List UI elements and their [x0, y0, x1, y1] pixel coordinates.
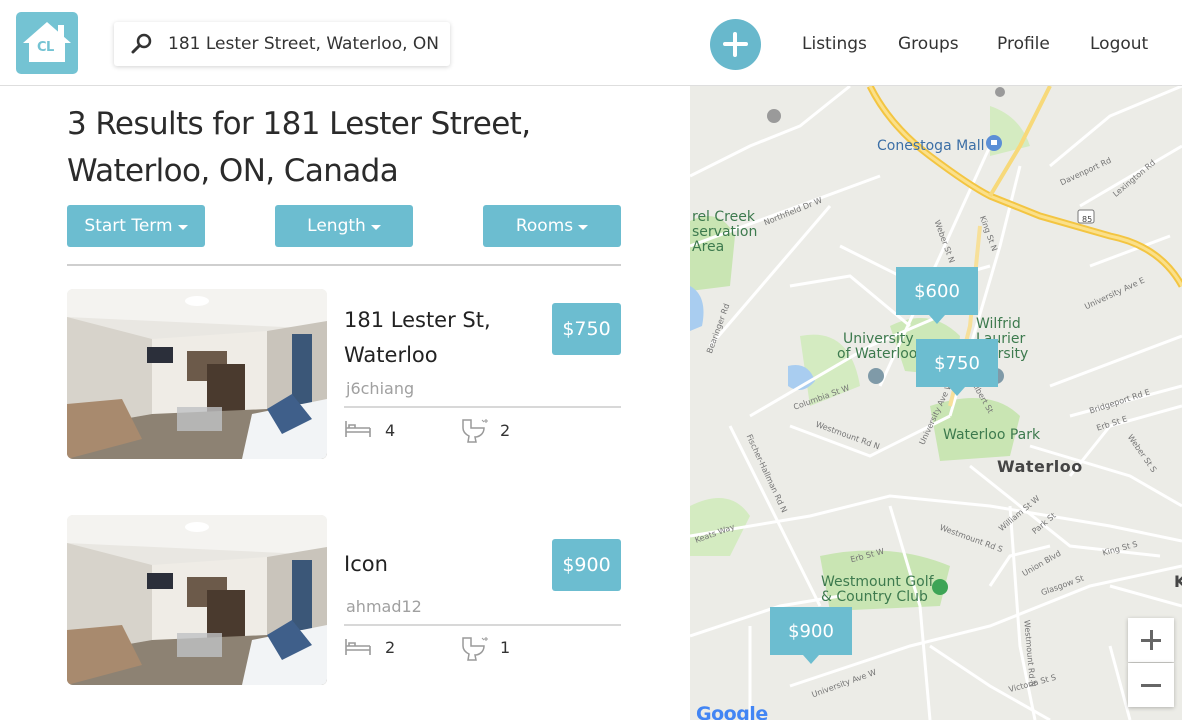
map-price-pin[interactable]: $600: [896, 267, 978, 324]
listing-photo[interactable]: [67, 289, 327, 459]
search-input[interactable]: [168, 31, 438, 57]
nav-profile-link[interactable]: Profile: [997, 34, 1050, 54]
toilet-icon: [462, 637, 488, 661]
bath-count: 2: [500, 421, 511, 440]
results-heading-line2: Waterloo, ON, Canada: [67, 153, 399, 189]
add-listing-button[interactable]: [710, 19, 761, 70]
zoom-out-icon: [1141, 684, 1161, 687]
length-filter-button[interactable]: Length: [275, 205, 413, 247]
listing-divider: [344, 624, 621, 626]
results-heading-line1: 3 Results for 181 Lester Street,: [67, 106, 531, 142]
caret-down-icon: [370, 224, 381, 230]
top-navigation-bar: CL Listings Groups Profile Logout: [0, 0, 1182, 86]
caret-down-icon: [177, 224, 188, 230]
map-label-waterloo-park: Waterloo Park: [943, 427, 1041, 443]
caret-down-icon: [578, 224, 589, 230]
toilet-icon: [462, 419, 488, 443]
map-label-uw-1: University: [843, 331, 914, 347]
google-logo: Google: [696, 703, 768, 720]
map-label-conestoga: Conestoga Mall: [877, 138, 985, 154]
map-label-uw-2: of Waterloo: [837, 346, 918, 362]
listing-price-badge[interactable]: $750: [552, 303, 621, 355]
map-label-wlu-1: Wilfrid: [976, 316, 1021, 332]
results-heading: 3 Results for 181 Lester Street, Waterlo…: [67, 101, 627, 195]
zoom-out-button[interactable]: [1128, 663, 1174, 707]
listing-title-line1: 181 Lester St,: [344, 308, 491, 332]
filter-divider: [67, 264, 621, 266]
listing-title[interactable]: Icon: [344, 547, 544, 582]
map-label-waterloo: Waterloo: [997, 457, 1083, 476]
listing-price-badge[interactable]: $900: [552, 539, 621, 591]
listing-title-line1: Icon: [344, 552, 388, 576]
listing-title-line2: Waterloo: [344, 343, 438, 367]
bed-icon: [345, 639, 371, 655]
listing-divider: [344, 406, 621, 408]
map-label-golf-2: & Country Club: [821, 589, 928, 605]
listing-owner: ahmad12: [346, 597, 422, 616]
search-icon: [131, 33, 152, 54]
nav-logout-link[interactable]: Logout: [1090, 34, 1148, 54]
rooms-filter-label: Rooms: [515, 216, 574, 236]
results-map[interactable]: Conestoga Mall rel Creek servation Area …: [690, 86, 1182, 720]
rooms-filter-button[interactable]: Rooms: [483, 205, 621, 247]
listing-photo[interactable]: [67, 515, 327, 685]
location-search-box[interactable]: [114, 22, 450, 66]
bed-icon: [345, 421, 371, 437]
map-label-edge: K: [1174, 572, 1182, 591]
start-term-filter-label: Start Term: [84, 216, 173, 236]
map-label-laurel-2: servation: [692, 224, 758, 240]
map-label-laurel-3: Area: [692, 239, 725, 255]
bed-count: 4: [385, 421, 396, 440]
bed-count: 2: [385, 638, 396, 657]
listing-title[interactable]: 181 Lester St, Waterloo: [344, 303, 544, 373]
listing-card[interactable]: Icon $900 ahmad12 2 1: [67, 515, 621, 687]
highway-85-label: 85: [1082, 215, 1093, 224]
logo-text: CL: [37, 40, 54, 55]
map-price-pin[interactable]: $900: [770, 607, 852, 664]
map-price-pin[interactable]: $750: [916, 339, 998, 396]
start-term-filter-button[interactable]: Start Term: [67, 205, 205, 247]
bath-count: 1: [500, 638, 511, 657]
length-filter-label: Length: [307, 216, 366, 236]
app-logo[interactable]: CL: [16, 12, 78, 74]
nav-groups-link[interactable]: Groups: [898, 34, 959, 54]
map-label-golf-1: Westmount Golf: [821, 574, 934, 590]
zoom-in-button[interactable]: [1128, 618, 1174, 662]
nav-listings-link[interactable]: Listings: [802, 34, 867, 54]
listing-owner: j6chiang: [346, 379, 415, 398]
listing-card[interactable]: 181 Lester St, Waterloo $750 j6chiang 4 …: [67, 289, 621, 461]
map-label-laurel-1: rel Creek: [692, 209, 755, 225]
